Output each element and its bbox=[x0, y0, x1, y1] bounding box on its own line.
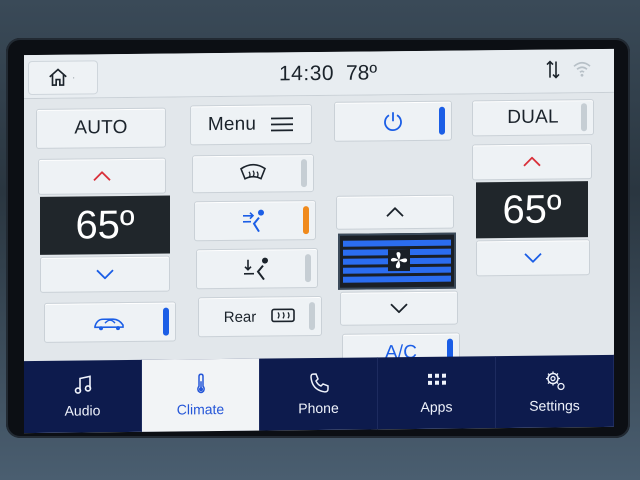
dual-button[interactable]: DUAL bbox=[472, 99, 594, 137]
auto-button[interactable]: AUTO bbox=[36, 107, 166, 149]
home-button[interactable]: · bbox=[28, 60, 98, 96]
hamburger-menu-icon bbox=[271, 117, 294, 132]
nav-climate-label: Climate bbox=[176, 400, 225, 418]
apps-grid-icon bbox=[427, 373, 446, 385]
airflow-face-icon bbox=[243, 209, 264, 233]
gear-icon bbox=[545, 371, 565, 391]
passenger-temp-down-button[interactable] bbox=[476, 239, 590, 277]
driver-temp-up-button[interactable] bbox=[38, 157, 166, 195]
airflow-feet-button[interactable] bbox=[196, 248, 318, 290]
chevron-down-icon bbox=[96, 269, 114, 280]
status-icons bbox=[546, 59, 592, 79]
airflow-feet-indicator bbox=[305, 254, 311, 283]
outside-temperature: 78º bbox=[346, 61, 378, 85]
rear-defrost-icon bbox=[271, 308, 296, 323]
chevron-up-icon bbox=[386, 207, 404, 217]
chevron-down-icon bbox=[390, 303, 408, 314]
nav-apps[interactable]: Apps bbox=[378, 356, 496, 430]
nav-apps-label: Apps bbox=[420, 398, 453, 415]
rear-defrost-button[interactable]: Rear bbox=[198, 295, 322, 338]
fan-speed-down-button[interactable] bbox=[340, 290, 458, 326]
climate-panel: AUTO 65º Menu Rear A/C DUAL 65º bbox=[24, 92, 614, 374]
nav-climate[interactable]: Climate bbox=[142, 358, 260, 432]
fan-speed-display bbox=[338, 232, 456, 290]
chevron-up-icon bbox=[523, 156, 541, 167]
passenger-temperature: 65º bbox=[476, 181, 588, 239]
airflow-face-indicator bbox=[303, 206, 309, 235]
driver-temp-down-button[interactable] bbox=[40, 255, 170, 293]
home-icon bbox=[49, 68, 67, 86]
clock: 14:30 bbox=[279, 61, 335, 86]
nav-phone-label: Phone bbox=[298, 399, 339, 417]
fan-level-bar bbox=[343, 275, 451, 283]
bottom-navigation: Audio Climate Phone Apps Settings bbox=[24, 354, 614, 434]
windshield-defrost-icon bbox=[240, 163, 266, 180]
power-indicator[interactable] bbox=[439, 106, 445, 135]
nav-audio[interactable]: Audio bbox=[24, 359, 142, 434]
dual-indicator bbox=[581, 103, 587, 132]
music-note-icon bbox=[74, 375, 91, 394]
nav-phone[interactable]: Phone bbox=[260, 357, 378, 431]
menu-button[interactable]: Menu bbox=[190, 104, 312, 146]
fan-level-bar bbox=[343, 239, 451, 247]
data-transfer-icon bbox=[546, 60, 560, 79]
recirculation-indicator bbox=[163, 307, 169, 336]
power-icon bbox=[384, 112, 402, 132]
nav-settings-label: Settings bbox=[529, 397, 580, 414]
front-defrost-indicator bbox=[301, 159, 307, 188]
rear-defrost-indicator bbox=[309, 302, 315, 331]
front-defrost-button[interactable] bbox=[192, 154, 314, 194]
climate-power-button[interactable] bbox=[334, 100, 452, 142]
wifi-icon bbox=[573, 61, 591, 77]
chevron-up-icon bbox=[93, 171, 111, 181]
status-bar: · 14:30 78º bbox=[24, 48, 614, 100]
airflow-face-button[interactable] bbox=[194, 200, 316, 242]
recirculation-button[interactable] bbox=[44, 301, 176, 343]
thermometer-icon bbox=[196, 373, 205, 394]
phone-icon bbox=[309, 373, 329, 393]
dual-label: DUAL bbox=[507, 106, 559, 129]
passenger-temp-up-button[interactable] bbox=[472, 143, 592, 181]
fan-speed-up-button[interactable] bbox=[336, 194, 454, 230]
nav-audio-label: Audio bbox=[64, 402, 101, 419]
airflow-feet-icon bbox=[244, 257, 268, 281]
chevron-down-icon bbox=[524, 253, 542, 263]
driver-temperature: 65º bbox=[40, 195, 170, 255]
recirculation-car-icon bbox=[94, 318, 124, 331]
fan-icon bbox=[388, 249, 410, 272]
menu-label: Menu bbox=[207, 113, 257, 136]
touchscreen: · 14:30 78º AUTO 65º Menu Rear A/C DUAL … bbox=[24, 48, 614, 434]
rear-label: Rear bbox=[223, 308, 257, 326]
home-dot: · bbox=[72, 72, 76, 84]
nav-settings[interactable]: Settings bbox=[496, 354, 614, 429]
auto-label: AUTO bbox=[74, 117, 128, 139]
